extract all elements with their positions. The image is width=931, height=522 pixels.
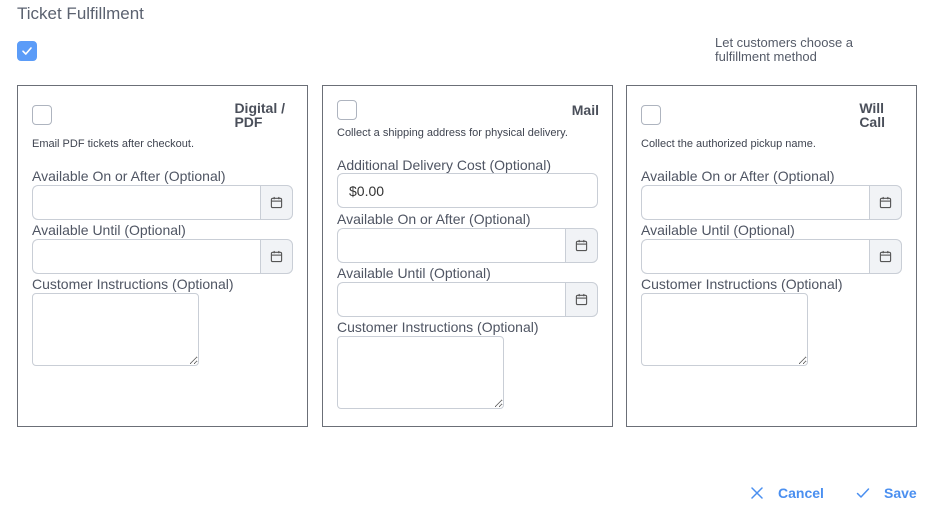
will-call-available-after-field [641,185,902,220]
save-button-label: Save [884,485,917,501]
page-title: Ticket Fulfillment [17,4,144,23]
calendar-icon [575,293,588,306]
will-call-available-until-calendar-button[interactable] [869,239,902,274]
digital-pdf-panel: Digital / PDF Email PDF tickets after ch… [17,85,308,427]
digital-pdf-title: Digital / PDF [234,101,285,129]
digital-pdf-checkbox[interactable] [32,105,52,125]
digital-available-until-field [32,239,293,274]
mail-available-after-label: Available On or After (Optional) [337,211,531,227]
checkmark-icon [22,47,32,55]
mail-delivery-cost-input[interactable] [337,173,598,208]
calendar-icon [270,250,283,263]
will-call-title: Will Call [859,101,885,129]
will-call-instructions-textarea[interactable] [641,293,808,366]
digital-pdf-description: Email PDF tickets after checkout. [32,138,194,150]
mail-delivery-cost-label: Additional Delivery Cost (Optional) [337,157,551,173]
calendar-icon [575,239,588,252]
digital-available-until-input[interactable] [32,239,260,274]
fulfillment-choice-checkbox[interactable] [17,41,37,61]
mail-panel: Mail Collect a shipping address for phys… [322,85,613,427]
digital-pdf-title-line2: PDF [234,114,263,130]
mail-available-until-input[interactable] [337,282,565,317]
digital-instructions-label: Customer Instructions (Optional) [32,276,234,292]
will-call-available-until-field [641,239,902,274]
digital-available-after-calendar-button[interactable] [260,185,293,220]
mail-available-after-calendar-button[interactable] [565,228,598,263]
will-call-instructions-label: Customer Instructions (Optional) [641,276,843,292]
calendar-icon [879,250,892,263]
mail-instructions-textarea[interactable] [337,336,504,409]
digital-available-until-calendar-button[interactable] [260,239,293,274]
close-icon [751,487,763,499]
digital-available-after-field [32,185,293,220]
digital-pdf-title-line1: Digital / [234,100,285,116]
will-call-title-line2: Call [859,114,885,130]
will-call-available-after-calendar-button[interactable] [869,185,902,220]
mail-available-until-calendar-button[interactable] [565,282,598,317]
cancel-button-label: Cancel [778,485,824,501]
will-call-checkbox[interactable] [641,105,661,125]
checkmark-icon [856,488,870,498]
will-call-available-after-label: Available On or After (Optional) [641,168,835,184]
digital-available-until-label: Available Until (Optional) [32,222,186,238]
will-call-available-until-input[interactable] [641,239,869,274]
calendar-icon [270,196,283,209]
will-call-description: Collect the authorized pickup name. [641,138,816,150]
mail-checkbox[interactable] [337,100,357,120]
digital-available-after-label: Available On or After (Optional) [32,168,226,184]
mail-title: Mail [571,102,599,118]
cancel-button[interactable]: Cancel [750,485,824,501]
mail-available-after-field [337,228,598,263]
will-call-available-until-label: Available Until (Optional) [641,222,795,238]
will-call-panel: Will Call Collect the authorized pickup … [626,85,917,427]
digital-available-after-input[interactable] [32,185,260,220]
mail-available-until-field [337,282,598,317]
mail-available-after-input[interactable] [337,228,565,263]
fulfillment-choice-label: Let customers choose a fulfillment metho… [715,35,854,64]
will-call-title-line1: Will [859,100,885,116]
mail-description: Collect a shipping address for physical … [337,127,568,139]
digital-instructions-textarea[interactable] [32,293,199,366]
mail-instructions-label: Customer Instructions (Optional) [337,319,539,335]
save-button[interactable]: Save [856,485,917,501]
mail-available-until-label: Available Until (Optional) [337,265,491,281]
calendar-icon [879,196,892,209]
will-call-available-after-input[interactable] [641,185,869,220]
